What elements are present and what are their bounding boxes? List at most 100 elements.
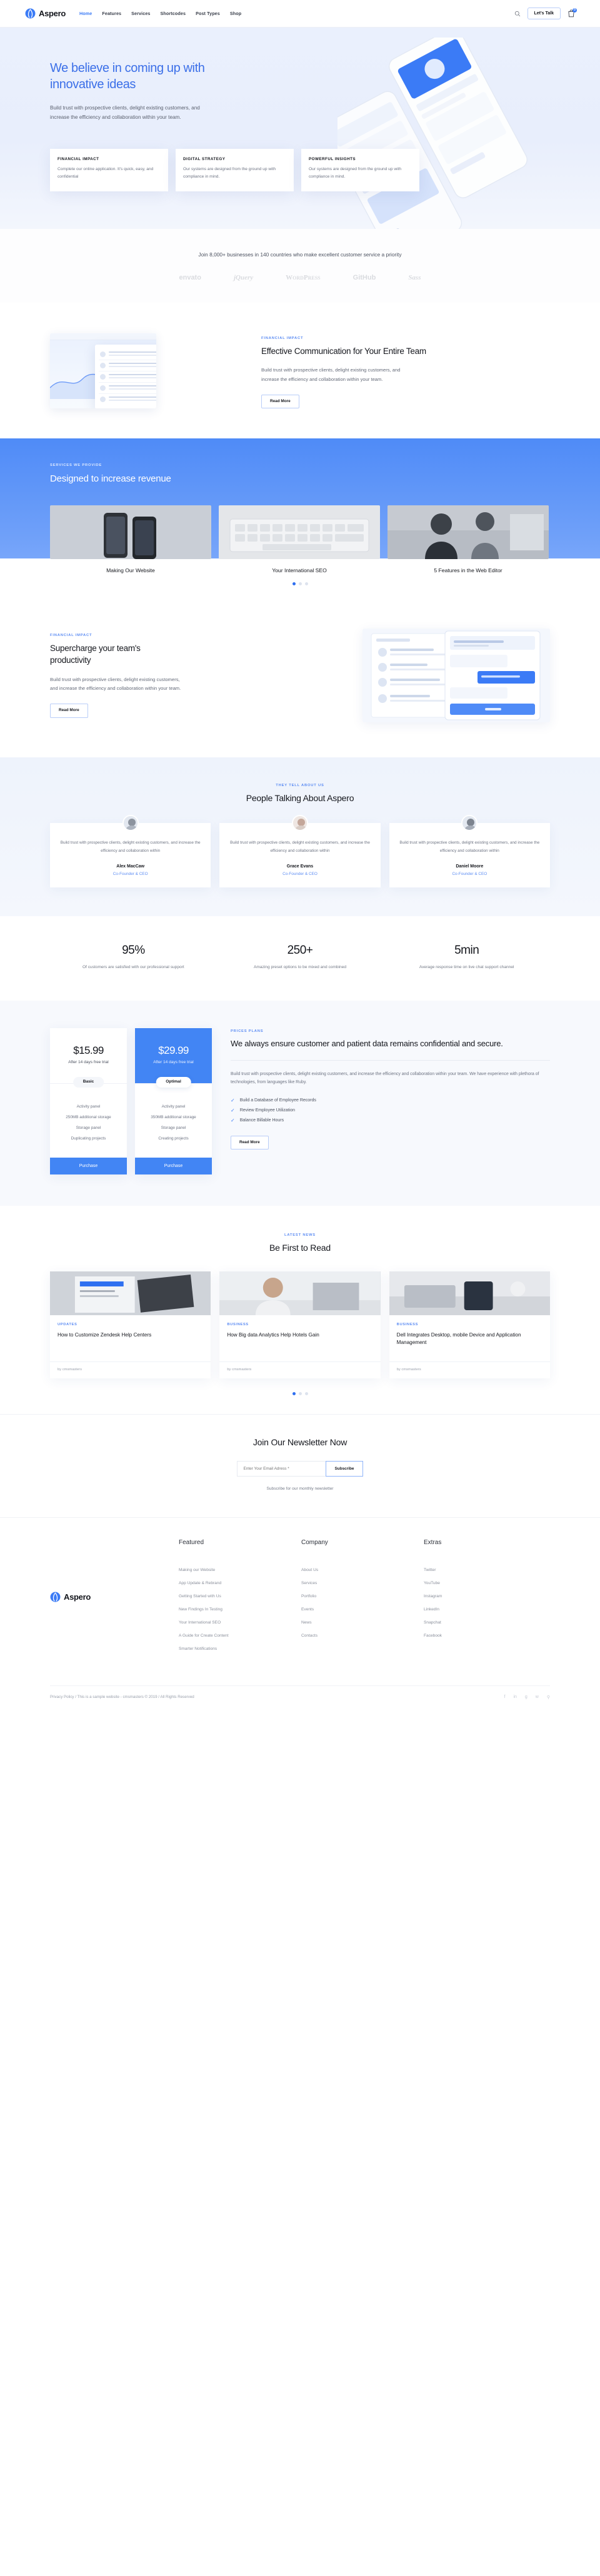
stat-value: 250+ — [287, 944, 313, 957]
twitter-icon[interactable]: w — [536, 1695, 539, 1700]
check-label: Build a Database of Employee Records — [239, 1098, 316, 1103]
footer-link[interactable]: Events — [301, 1603, 424, 1616]
service-card-web-editor-features[interactable] — [388, 505, 549, 560]
check-icon: ✓ — [231, 1117, 235, 1123]
trust-section: Join 8,000+ businesses in 140 countries … — [0, 228, 600, 303]
footer-link[interactable]: Instagram — [424, 1590, 546, 1603]
footer-brand-logo[interactable]: Aspero — [50, 1539, 179, 1655]
service-card-international-seo[interactable] — [219, 505, 380, 560]
hero-title: We believe in coming up with innovative … — [50, 61, 205, 92]
footer-link[interactable]: Twitter — [424, 1563, 546, 1577]
testimonial-card[interactable]: Build trust with prospective clients, de… — [50, 815, 211, 888]
service-image — [219, 505, 380, 560]
nav-item-shop[interactable]: Shop — [230, 11, 241, 16]
lets-talk-button[interactable]: Let's Talk — [527, 8, 561, 19]
blog-card[interactable]: BUSINESS How Big data Analytics Help Hot… — [219, 1271, 381, 1378]
hero-card-powerful-insights[interactable]: POWERFUL INSIGHTS Our systems are design… — [301, 149, 419, 191]
linkedin-icon[interactable]: in — [513, 1695, 516, 1700]
feature-app-mockup — [50, 333, 238, 408]
google-plus-icon[interactable]: g — [525, 1695, 528, 1700]
blog-dot-2[interactable] — [298, 1392, 302, 1395]
purchase-button-basic[interactable]: Purchase — [50, 1157, 127, 1174]
footer-link[interactable]: About Us — [301, 1563, 424, 1577]
carousel-dot-1[interactable] — [292, 582, 296, 586]
plan-feature: Storage panel — [161, 1125, 186, 1130]
footer-heading: Featured — [179, 1538, 204, 1546]
footer-link[interactable]: A Guide for Create Content — [179, 1629, 301, 1642]
plan-subtitle: After 14 days free trial — [68, 1059, 109, 1064]
testimonial-quote: Build trust with prospective clients, de… — [230, 841, 370, 854]
feature-title: Effective Communication for Your Entire … — [261, 346, 426, 356]
service-card-making-our-website[interactable] — [50, 505, 211, 560]
footer-link[interactable]: Making our Website — [179, 1563, 301, 1577]
search-icon[interactable]: ⚲ — [547, 1695, 550, 1700]
newsletter-form: Subscribe — [0, 1460, 600, 1477]
footer-link[interactable]: Smarter Notifications — [179, 1642, 301, 1655]
footer-link[interactable]: New Findings In Testing — [179, 1603, 301, 1616]
plan-feature: Duplicating projects — [71, 1136, 106, 1141]
nav-item-services[interactable]: Services — [131, 11, 150, 16]
footer-link[interactable]: Snapchat — [424, 1616, 546, 1629]
check-list-item: ✓ Review Employee Utilization — [231, 1106, 550, 1116]
nav-item-shortcodes[interactable]: Shortcodes — [161, 11, 186, 16]
testimonials-section: THEY TELL ABOUT US People Talking About … — [0, 757, 600, 917]
carousel-dot-3[interactable] — [304, 582, 308, 586]
newsletter-email-input[interactable] — [236, 1460, 326, 1477]
nav-item-features[interactable]: Features — [102, 11, 121, 16]
newsletter-subscribe-button[interactable]: Subscribe — [325, 1460, 364, 1477]
hero-card-text: Our systems are designed from the ground… — [309, 167, 402, 179]
hero-card-title: DIGITAL STRATEGY — [183, 157, 226, 162]
plan-feature: 350MB additional storage — [151, 1114, 196, 1119]
feature-read-more-button[interactable]: Read More — [261, 395, 299, 409]
blog-card[interactable]: UPDATES How to Customize Zendesk Help Ce… — [50, 1271, 211, 1378]
supercharge-eyebrow: FINANCIAL IMPACT — [50, 634, 92, 638]
cart-icon[interactable]: 0 — [568, 8, 577, 18]
footer-link[interactable]: LinkedIn — [424, 1603, 546, 1616]
testimonial-name: Daniel Moore — [456, 864, 484, 869]
services-eyebrow: SERVICES WE PROVIDE — [50, 463, 102, 468]
blog-category: UPDATES — [58, 1322, 78, 1326]
footer-link[interactable]: News — [301, 1616, 424, 1629]
blog-dot-3[interactable] — [304, 1392, 308, 1395]
stats-section: 95% Of customers are satisfied with our … — [50, 916, 550, 1001]
footer-link[interactable]: YouTube — [424, 1577, 546, 1590]
divider — [231, 1059, 550, 1061]
blog-category: BUSINESS — [227, 1322, 249, 1326]
blog-eyebrow: LATEST NEWS — [284, 1233, 316, 1237]
stat-item: 95% Of customers are satisfied with our … — [50, 944, 217, 972]
check-icon: ✓ — [231, 1107, 235, 1113]
hero-card-text: Complete our online application. It's qu… — [58, 167, 154, 179]
footer-link[interactable]: App Update & Rebrand — [179, 1577, 301, 1590]
brand-logo[interactable]: Aspero — [25, 8, 66, 19]
purchase-button-optimal[interactable]: Purchase — [135, 1157, 212, 1174]
footer-link[interactable]: Contacts — [301, 1629, 424, 1642]
footer-link[interactable]: Getting Started with Us — [179, 1590, 301, 1603]
testimonial-card[interactable]: Build trust with prospective clients, de… — [389, 815, 550, 888]
footer-link[interactable]: Services — [301, 1577, 424, 1590]
avatar — [461, 815, 478, 832]
search-icon[interactable] — [514, 11, 521, 17]
footer-link[interactable]: Facebook — [424, 1629, 546, 1642]
hero-card-financial-impact[interactable]: FINANCIAL IMPACT Complete our online app… — [50, 149, 168, 191]
blog-post-title: How to Customize Zendesk Help Centers — [58, 1331, 152, 1338]
nav-item-post-types[interactable]: Post Types — [196, 11, 220, 16]
nav-item-home[interactable]: Home — [79, 11, 92, 16]
plan-price: $15.99 — [73, 1044, 104, 1056]
blog-dot-1[interactable] — [292, 1392, 296, 1395]
blog-image — [50, 1271, 211, 1315]
service-caption-3: 5 Features in the Web Editor — [434, 567, 502, 574]
pricing-read-more-button[interactable]: Read More — [231, 1135, 269, 1150]
testimonial-card[interactable]: Build trust with prospective clients, de… — [219, 815, 381, 888]
blog-card[interactable]: BUSINESS Dell Integrates Desktop, mobile… — [389, 1271, 550, 1378]
carousel-dot-2[interactable] — [298, 582, 302, 586]
testimonial-role: Co-Founder & CEO — [112, 872, 148, 877]
supercharge-read-more-button[interactable]: Read More — [50, 704, 88, 718]
footer-link[interactable]: Your International SEO — [179, 1616, 301, 1629]
facebook-icon[interactable]: f — [504, 1695, 505, 1700]
hero-card-title: FINANCIAL IMPACT — [58, 157, 99, 162]
footer-link[interactable]: Portfolio — [301, 1590, 424, 1603]
chat-app-mockup — [362, 629, 550, 723]
site-header: Aspero Home Features Services Shortcodes… — [0, 0, 600, 28]
hero-card-digital-strategy[interactable]: DIGITAL STRATEGY Our systems are designe… — [176, 149, 294, 191]
mock-analytics-card — [50, 333, 156, 408]
